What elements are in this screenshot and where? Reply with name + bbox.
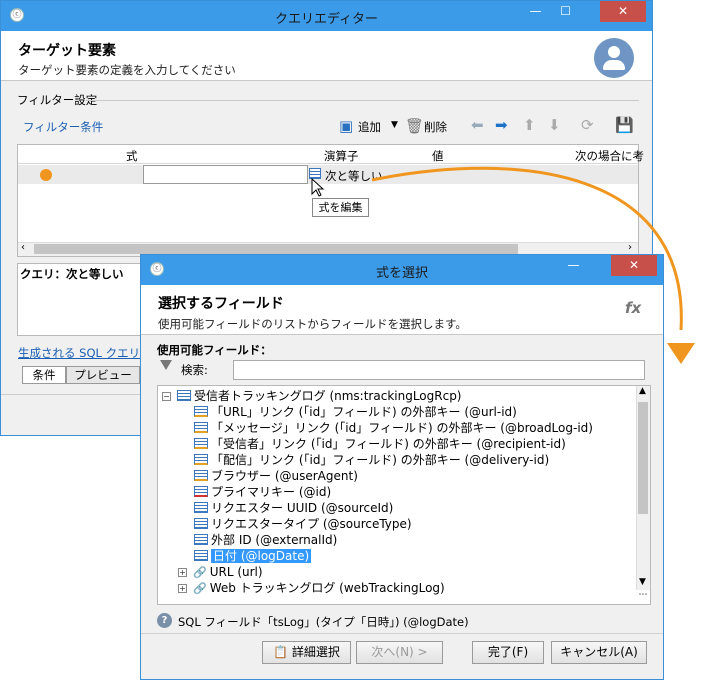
tree-item-label: Web トラッキングログ (webTrackingLog) — [209, 581, 445, 595]
primary-key-icon — [194, 486, 208, 497]
clipboard-icon: 📋 — [273, 645, 289, 659]
link-icon: 🔗 — [193, 582, 207, 595]
help-icon: ? — [157, 613, 172, 628]
filter-funnel-icon — [160, 360, 172, 370]
tree-item[interactable]: プライマリキー (@id) — [178, 484, 331, 500]
tree-item-label: URL (url) — [209, 565, 263, 579]
tree-item[interactable]: 「受信者」リンク (「id」フィールド) の外部キー (@recipient-i… — [178, 436, 566, 452]
cancel-button[interactable]: キャンセル(A) — [551, 641, 647, 664]
tree-item[interactable]: + 🔗 Web トラッキングログ (webTrackingLog) — [178, 580, 445, 596]
tree-item-label: プライマリキー (@id) — [211, 485, 332, 499]
resize-grip-icon[interactable]: ⋯ — [636, 590, 650, 604]
dialog-header-title: 選択するフィールド — [158, 296, 284, 312]
foreign-key-icon — [194, 454, 208, 465]
tree-item-label: 受信者トラッキングログ (nms:trackingLogRcp) — [194, 389, 462, 403]
fx-icon: fx — [625, 299, 642, 317]
finish-button[interactable]: 完了(F) — [472, 641, 544, 664]
tree-item[interactable]: リクエスタータイプ (@sourceType) — [178, 516, 412, 532]
available-fields-label: 使用可能フィールド： — [157, 343, 272, 357]
tree-item-label: 外部 ID (@externalId) — [211, 533, 338, 547]
tree-item[interactable]: − 受信者トラッキングログ (nms:trackingLogRcp) — [162, 388, 462, 404]
collapse-icon[interactable]: − — [162, 392, 171, 401]
tree-item[interactable]: + 🔗 URL (url) — [178, 564, 263, 580]
select-expression-dialog: ⓒ 式を選択 — ✕ 選択するフィールド 使用可能フィールドのリストからフィール… — [140, 254, 664, 680]
field-icon — [194, 502, 208, 513]
tree-item-label: 日付 (@logDate) — [211, 549, 312, 563]
field-status-text: SQL フィールド「tsLog」(タイプ「日時」) (@logDate) — [178, 615, 469, 629]
dialog-minimize-button[interactable]: — — [560, 255, 587, 277]
tree-scrollbar-thumb[interactable] — [638, 402, 648, 514]
field-icon — [194, 550, 208, 561]
tree-item-label: ブラウザー (@userAgent) — [211, 469, 358, 483]
next-button[interactable]: 次へ(N) > — [356, 641, 443, 664]
tree-item[interactable]: 「配信」リンク (「id」フィールド) の外部キー (@delivery-id) — [178, 452, 549, 468]
dialog-title-bar: ⓒ 式を選択 — ✕ — [141, 255, 663, 285]
tree-item[interactable]: 日付 (@logDate) — [178, 548, 312, 564]
foreign-key-icon — [194, 470, 208, 481]
tree-item-label: リクエスタータイプ (@sourceType) — [211, 517, 412, 531]
tree-item-label: リクエスター UUID (@sourceId) — [211, 501, 394, 515]
dialog-close-button[interactable]: ✕ — [611, 255, 657, 276]
field-icon — [194, 518, 208, 529]
foreign-key-icon — [194, 422, 208, 433]
expand-icon[interactable]: + — [178, 584, 187, 593]
advanced-selection-button[interactable]: 📋 詳細選択 — [262, 641, 351, 664]
tree-item-label: 「受信者」リンク (「id」フィールド) の外部キー (@recipient-i… — [211, 437, 566, 451]
scroll-down-icon[interactable]: ▼ — [639, 577, 646, 587]
field-icon — [194, 534, 208, 545]
mouse-cursor-icon — [311, 178, 325, 197]
tree-item[interactable]: 「URL」リンク (「id」フィールド) の外部キー (@url-id) — [178, 404, 517, 420]
tree-item[interactable]: ブラウザー (@userAgent) — [178, 468, 358, 484]
tree-body: − 受信者トラッキングログ (nms:trackingLogRcp) 「URL」リン… — [158, 386, 636, 604]
advanced-selection-label: 詳細選択 — [291, 645, 340, 659]
link-icon: 🔗 — [193, 566, 207, 579]
dialog-header-subtitle: 使用可能フィールドのリストからフィールドを選択します。 — [158, 317, 467, 331]
expand-icon[interactable]: + — [178, 568, 187, 577]
foreign-key-icon — [194, 438, 208, 449]
dialog-header: 選択するフィールド 使用可能フィールドのリストからフィールドを選択します。 fx — [141, 285, 663, 335]
tree-item[interactable]: 外部 ID (@externalId) — [178, 532, 337, 548]
callout-arrow-head — [667, 343, 695, 364]
foreign-key-icon — [194, 406, 208, 417]
tree-item-label: 「メッセージ」リンク (「id」フィールド) の外部キー (@broadLog-… — [211, 421, 593, 435]
field-tree[interactable]: − 受信者トラッキングログ (nms:trackingLogRcp) 「URL」リン… — [157, 385, 651, 605]
search-input[interactable] — [233, 360, 645, 380]
table-icon — [177, 390, 191, 401]
tree-item-label: 「配信」リンク (「id」フィールド) の外部キー (@delivery-id) — [211, 453, 550, 467]
tree-item-label: 「URL」リンク (「id」フィールド) の外部キー (@url-id) — [211, 405, 517, 419]
search-label: 検索: — [181, 363, 208, 377]
scroll-up-icon[interactable]: ▲ — [639, 386, 646, 396]
tree-item[interactable]: リクエスター UUID (@sourceId) — [178, 500, 393, 516]
tree-item[interactable]: 「メッセージ」リンク (「id」フィールド) の外部キー (@broadLog-… — [178, 420, 593, 436]
